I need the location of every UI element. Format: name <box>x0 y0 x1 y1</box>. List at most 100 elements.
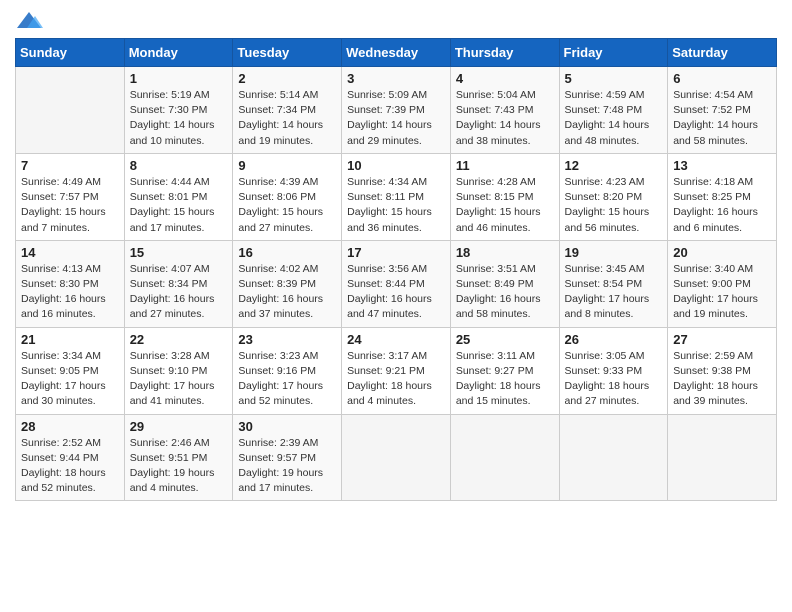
day-info: Sunrise: 4:23 AM Sunset: 8:20 PM Dayligh… <box>565 175 663 236</box>
day-info: Sunrise: 3:45 AM Sunset: 8:54 PM Dayligh… <box>565 262 663 323</box>
calendar-cell <box>342 414 451 501</box>
column-header-thursday: Thursday <box>450 39 559 67</box>
day-info: Sunrise: 4:28 AM Sunset: 8:15 PM Dayligh… <box>456 175 554 236</box>
day-number: 6 <box>673 71 771 86</box>
column-header-wednesday: Wednesday <box>342 39 451 67</box>
calendar-cell: 26 Sunrise: 3:05 AM Sunset: 9:33 PM Dayli… <box>559 327 668 414</box>
calendar-cell: 5Sunrise: 4:59 AM Sunset: 7:48 PM Daylig… <box>559 67 668 154</box>
day-info: Sunrise: 3:51 AM Sunset: 8:49 PM Dayligh… <box>456 262 554 323</box>
calendar-cell: 9 Sunrise: 4:39 AM Sunset: 8:06 PM Daylig… <box>233 153 342 240</box>
calendar-cell <box>559 414 668 501</box>
day-info: Sunrise: 2:39 AM Sunset: 9:57 PM Dayligh… <box>238 436 336 497</box>
calendar-cell: 16 Sunrise: 4:02 AM Sunset: 8:39 PM Dayli… <box>233 240 342 327</box>
day-number: 30 <box>238 419 336 434</box>
day-number: 22 <box>130 332 228 347</box>
calendar-cell: 4 Sunrise: 5:04 AM Sunset: 7:43 PM Daylig… <box>450 67 559 154</box>
day-info: Sunrise: 4:49 AM Sunset: 7:57 PM Dayligh… <box>21 175 119 236</box>
day-info: Sunrise: 4:44 AM Sunset: 8:01 PM Dayligh… <box>130 175 228 236</box>
day-info: Sunrise: 4:39 AM Sunset: 8:06 PM Dayligh… <box>238 175 336 236</box>
calendar-cell: 20 Sunrise: 3:40 AM Sunset: 9:00 PM Dayli… <box>668 240 777 327</box>
column-header-saturday: Saturday <box>668 39 777 67</box>
day-number: 16 <box>238 245 336 260</box>
day-number: 21 <box>21 332 119 347</box>
day-info: Sunrise: 5:14 AM Sunset: 7:34 PM Dayligh… <box>238 88 336 149</box>
day-number: 24 <box>347 332 445 347</box>
day-number: 29 <box>130 419 228 434</box>
calendar-cell: 24 Sunrise: 3:17 AM Sunset: 9:21 PM Dayli… <box>342 327 451 414</box>
calendar-cell: 27 Sunrise: 2:59 AM Sunset: 9:38 PM Dayli… <box>668 327 777 414</box>
calendar-cell <box>668 414 777 501</box>
day-number: 23 <box>238 332 336 347</box>
day-info: Sunrise: 5:09 AM Sunset: 7:39 PM Dayligh… <box>347 88 445 149</box>
day-number: 14 <box>21 245 119 260</box>
calendar-cell: 28Sunrise: 2:52 AM Sunset: 9:44 PM Dayli… <box>16 414 125 501</box>
calendar-cell: 7 Sunrise: 4:49 AM Sunset: 7:57 PM Daylig… <box>16 153 125 240</box>
calendar-cell: 14 Sunrise: 4:13 AM Sunset: 8:30 PM Dayli… <box>16 240 125 327</box>
day-info: Sunrise: 2:46 AM Sunset: 9:51 PM Dayligh… <box>130 436 228 497</box>
logo <box>15 10 47 32</box>
calendar-cell: 25 Sunrise: 3:11 AM Sunset: 9:27 PM Dayli… <box>450 327 559 414</box>
day-info: Sunrise: 4:13 AM Sunset: 8:30 PM Dayligh… <box>21 262 119 323</box>
day-info: Sunrise: 4:18 AM Sunset: 8:25 PM Dayligh… <box>673 175 771 236</box>
day-info: Sunrise: 3:05 AM Sunset: 9:33 PM Dayligh… <box>565 349 663 410</box>
day-number: 11 <box>456 158 554 173</box>
day-number: 15 <box>130 245 228 260</box>
column-header-sunday: Sunday <box>16 39 125 67</box>
day-info: Sunrise: 4:02 AM Sunset: 8:39 PM Dayligh… <box>238 262 336 323</box>
day-number: 3 <box>347 71 445 86</box>
day-number: 26 <box>565 332 663 347</box>
day-number: 12 <box>565 158 663 173</box>
calendar-cell: 13 Sunrise: 4:18 AM Sunset: 8:25 PM Dayli… <box>668 153 777 240</box>
calendar-cell <box>16 67 125 154</box>
day-number: 9 <box>238 158 336 173</box>
day-info: Sunrise: 3:11 AM Sunset: 9:27 PM Dayligh… <box>456 349 554 410</box>
calendar-cell: 30 Sunrise: 2:39 AM Sunset: 9:57 PM Dayli… <box>233 414 342 501</box>
calendar-cell: 3 Sunrise: 5:09 AM Sunset: 7:39 PM Daylig… <box>342 67 451 154</box>
day-number: 18 <box>456 245 554 260</box>
calendar-cell: 15 Sunrise: 4:07 AM Sunset: 8:34 PM Dayli… <box>124 240 233 327</box>
day-number: 8 <box>130 158 228 173</box>
day-info: Sunrise: 3:40 AM Sunset: 9:00 PM Dayligh… <box>673 262 771 323</box>
day-info: Sunrise: 5:19 AM Sunset: 7:30 PM Dayligh… <box>130 88 228 149</box>
page-header <box>15 10 777 32</box>
calendar-cell: 1 Sunrise: 5:19 AM Sunset: 7:30 PM Daylig… <box>124 67 233 154</box>
column-header-monday: Monday <box>124 39 233 67</box>
day-number: 4 <box>456 71 554 86</box>
day-number: 17 <box>347 245 445 260</box>
day-number: 25 <box>456 332 554 347</box>
calendar-cell: 17 Sunrise: 3:56 AM Sunset: 8:44 PM Dayli… <box>342 240 451 327</box>
day-info: Sunrise: 4:07 AM Sunset: 8:34 PM Dayligh… <box>130 262 228 323</box>
logo-icon <box>15 10 43 32</box>
day-info: Sunrise: 5:04 AM Sunset: 7:43 PM Dayligh… <box>456 88 554 149</box>
calendar-table: SundayMondayTuesdayWednesdayThursdayFrid… <box>15 38 777 501</box>
calendar-cell: 11 Sunrise: 4:28 AM Sunset: 8:15 PM Dayli… <box>450 153 559 240</box>
calendar-cell: 10Sunrise: 4:34 AM Sunset: 8:11 PM Dayli… <box>342 153 451 240</box>
day-number: 13 <box>673 158 771 173</box>
column-header-friday: Friday <box>559 39 668 67</box>
day-info: Sunrise: 3:56 AM Sunset: 8:44 PM Dayligh… <box>347 262 445 323</box>
calendar-cell <box>450 414 559 501</box>
day-number: 20 <box>673 245 771 260</box>
day-number: 19 <box>565 245 663 260</box>
calendar-cell: 22 Sunrise: 3:28 AM Sunset: 9:10 PM Dayli… <box>124 327 233 414</box>
calendar-cell: 29 Sunrise: 2:46 AM Sunset: 9:51 PM Dayli… <box>124 414 233 501</box>
day-info: Sunrise: 3:28 AM Sunset: 9:10 PM Dayligh… <box>130 349 228 410</box>
day-number: 28 <box>21 419 119 434</box>
calendar-cell: 19 Sunrise: 3:45 AM Sunset: 8:54 PM Dayli… <box>559 240 668 327</box>
calendar-cell: 18 Sunrise: 3:51 AM Sunset: 8:49 PM Dayli… <box>450 240 559 327</box>
day-info: Sunrise: 3:17 AM Sunset: 9:21 PM Dayligh… <box>347 349 445 410</box>
day-number: 27 <box>673 332 771 347</box>
calendar-cell: 12 Sunrise: 4:23 AM Sunset: 8:20 PM Dayli… <box>559 153 668 240</box>
column-header-tuesday: Tuesday <box>233 39 342 67</box>
day-number: 7 <box>21 158 119 173</box>
calendar-cell: 6 Sunrise: 4:54 AM Sunset: 7:52 PM Daylig… <box>668 67 777 154</box>
day-info: Sunrise: 3:23 AM Sunset: 9:16 PM Dayligh… <box>238 349 336 410</box>
day-number: 10 <box>347 158 445 173</box>
day-info: Sunrise: 4:54 AM Sunset: 7:52 PM Dayligh… <box>673 88 771 149</box>
day-info: Sunrise: 2:59 AM Sunset: 9:38 PM Dayligh… <box>673 349 771 410</box>
day-info: Sunrise: 3:34 AM Sunset: 9:05 PM Dayligh… <box>21 349 119 410</box>
calendar-cell: 21 Sunrise: 3:34 AM Sunset: 9:05 PM Dayli… <box>16 327 125 414</box>
day-number: 1 <box>130 71 228 86</box>
calendar-cell: 23 Sunrise: 3:23 AM Sunset: 9:16 PM Dayli… <box>233 327 342 414</box>
calendar-cell: 2Sunrise: 5:14 AM Sunset: 7:34 PM Daylig… <box>233 67 342 154</box>
